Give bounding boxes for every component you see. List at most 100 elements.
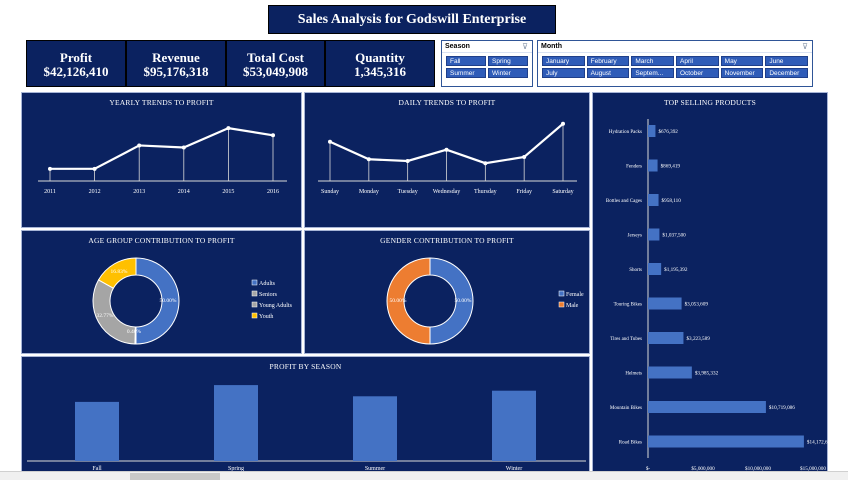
trend-line: [50, 127, 274, 170]
month-slicer-item-march[interactable]: March: [631, 56, 674, 66]
gender-donut: 50.00% 50.00% Female Male: [386, 257, 584, 345]
daily-trend-chart: DAILY TRENDS TO PROFIT Sunday Monday Tuesd…: [304, 92, 590, 228]
season-slicer-item-summer[interactable]: Summer: [446, 68, 486, 78]
gender-chart: GENDER CONTRIBUTION TO PROFIT 50.00% 50.0…: [304, 230, 590, 354]
donut-data-label: 50.00%: [390, 298, 407, 304]
bar-data-label: $676,392: [658, 128, 678, 135]
y-tick-label: Tires and Tubes: [610, 337, 642, 342]
bar-data-label: $1,195,392: [664, 266, 688, 273]
product-bar: [648, 228, 660, 241]
season-slicer-item-fall[interactable]: Fall: [446, 56, 486, 66]
kpi-profit-label: Profit: [59, 50, 93, 65]
kpi-quantity-label: Quantity: [355, 50, 405, 65]
kpi-profit-value: $42,126,410: [43, 64, 109, 79]
season-slicer-item-winter[interactable]: Winter: [488, 68, 528, 78]
legend-label: Male: [566, 303, 579, 309]
legend-swatch: [251, 290, 258, 297]
age-group-chart: AGE GROUP CONTRIBUTION TO PROFIT 50.00% 0…: [21, 230, 302, 354]
month-slicer-title: Month: [541, 43, 562, 50]
month-slicer-item-july[interactable]: July: [542, 68, 585, 78]
donut-data-label: 50.00%: [455, 298, 472, 304]
data-point: [271, 133, 275, 138]
product-bar: [648, 401, 766, 413]
top-products-chart: TOP SELLING PRODUCTS Hydration Packs $676…: [592, 92, 829, 474]
data-point: [48, 166, 52, 171]
y-tick-label: Shorts: [629, 268, 642, 273]
month-slicer-item-august[interactable]: August: [586, 68, 630, 78]
x-tick-label: 2016: [267, 189, 279, 195]
legend-swatch: [251, 312, 258, 319]
product-bar: [648, 194, 659, 206]
month-slicer-item-april[interactable]: April: [676, 56, 719, 66]
y-tick-label: Fenders: [626, 165, 642, 170]
x-tick-label: Monday: [359, 189, 379, 195]
bar-data-label: $1,037,500: [662, 232, 686, 239]
x-tick-label: Wednesday: [433, 189, 461, 195]
product-bar: [648, 125, 656, 137]
donut-data-label: 32.77%: [97, 313, 114, 319]
daily-trend-plot: Sunday Monday Tuesday Wednesday Thursday Frid…: [318, 121, 577, 195]
data-point: [522, 155, 527, 160]
month-slicer-header: Month ⊽: [538, 41, 812, 53]
data-point: [181, 145, 186, 150]
y-tick-label: Jerseys: [628, 234, 642, 239]
month-slicer-item-may[interactable]: May: [720, 56, 764, 66]
kpi-total-cost-label: Total Cost: [247, 50, 304, 65]
month-slicer-item-december[interactable]: December: [765, 68, 808, 78]
legend-label: Female: [566, 292, 584, 298]
season-bar: [492, 390, 536, 461]
month-slicer-item-january[interactable]: January: [542, 56, 585, 66]
x-tick-label: 2015: [222, 189, 234, 195]
legend-swatch: [558, 290, 565, 297]
season-slicer-header: Season ⊽: [442, 41, 532, 53]
season-slicer-item-spring[interactable]: Spring: [488, 56, 528, 66]
season-bar: [353, 396, 397, 461]
product-bar: [648, 435, 804, 448]
month-slicer-item-october[interactable]: October: [676, 68, 719, 78]
product-bar: [648, 332, 684, 344]
product-bar: [648, 366, 692, 379]
yearly-trend-plot: 2011 2012 2013 2014 2015 2016: [38, 126, 287, 195]
data-point: [92, 166, 97, 171]
month-slicer: Month ⊽ January February March April May…: [537, 40, 813, 87]
season-slicer: Season ⊽ Fall Spring Summer Winter: [441, 40, 533, 87]
donut-data-label: 50.00%: [160, 298, 177, 304]
y-tick-label: Bottles and Cages: [606, 199, 642, 204]
kpi-total-cost-value: $53,049,908: [243, 64, 308, 79]
clear-filter-icon[interactable]: ⊽: [802, 42, 808, 51]
season-profit-plot: Fall Spring Summer Winter: [27, 385, 586, 472]
kpi-revenue-value: $95,176,318: [143, 64, 209, 79]
age-group-donut: 50.00% 0.40% 32.77% 16.83% Adults Seniors Youn…: [92, 257, 293, 345]
y-tick-label: Hydration Packs: [609, 130, 642, 135]
product-bar: [648, 159, 658, 172]
donut-data-label: 16.83%: [111, 269, 128, 275]
month-slicer-item-september[interactable]: Septem...: [631, 68, 674, 78]
legend-swatch: [558, 301, 565, 308]
x-tick-label: 2013: [133, 189, 145, 195]
month-slicer-item-june[interactable]: June: [765, 56, 808, 66]
bar-data-label: $10,719,086: [769, 404, 795, 411]
bar-data-label: $3,053,609: [685, 301, 709, 308]
top-products-plot: Hydration Packs $676,392 Fenders $869,419 Bo…: [606, 119, 829, 472]
y-tick-label: Helmets: [625, 372, 642, 377]
data-point: [226, 126, 231, 131]
season-bar: [75, 401, 119, 461]
y-tick-label: Touring Bikes: [614, 303, 642, 308]
y-tick-label: Mountain Bikes: [610, 406, 642, 411]
product-bar: [648, 297, 682, 310]
data-point: [483, 161, 488, 166]
bar-data-label: $14,172,643: [807, 439, 829, 446]
clear-filter-icon[interactable]: ⊽: [522, 42, 528, 51]
yearly-trend-chart: YEARLY TRENDS TO PROFIT 2011 2012 2013 2014…: [21, 92, 302, 228]
month-slicer-item-november[interactable]: November: [720, 68, 764, 78]
x-tick-label: 2012: [89, 189, 101, 195]
x-tick-label: Saturday: [552, 189, 573, 195]
dashboard-title: Sales Analysis for Godswill Enterprise: [268, 5, 556, 34]
data-point: [444, 147, 449, 152]
month-slicer-item-february[interactable]: February: [586, 56, 630, 66]
season-profit-chart: PROFIT BY SEASON Fall Spring Summer Winter: [21, 356, 590, 474]
product-bar: [648, 263, 662, 275]
legend-label: Seniors: [259, 292, 278, 298]
horizontal-scrollbar[interactable]: [0, 471, 848, 480]
scrollbar-thumb[interactable]: [130, 473, 220, 480]
